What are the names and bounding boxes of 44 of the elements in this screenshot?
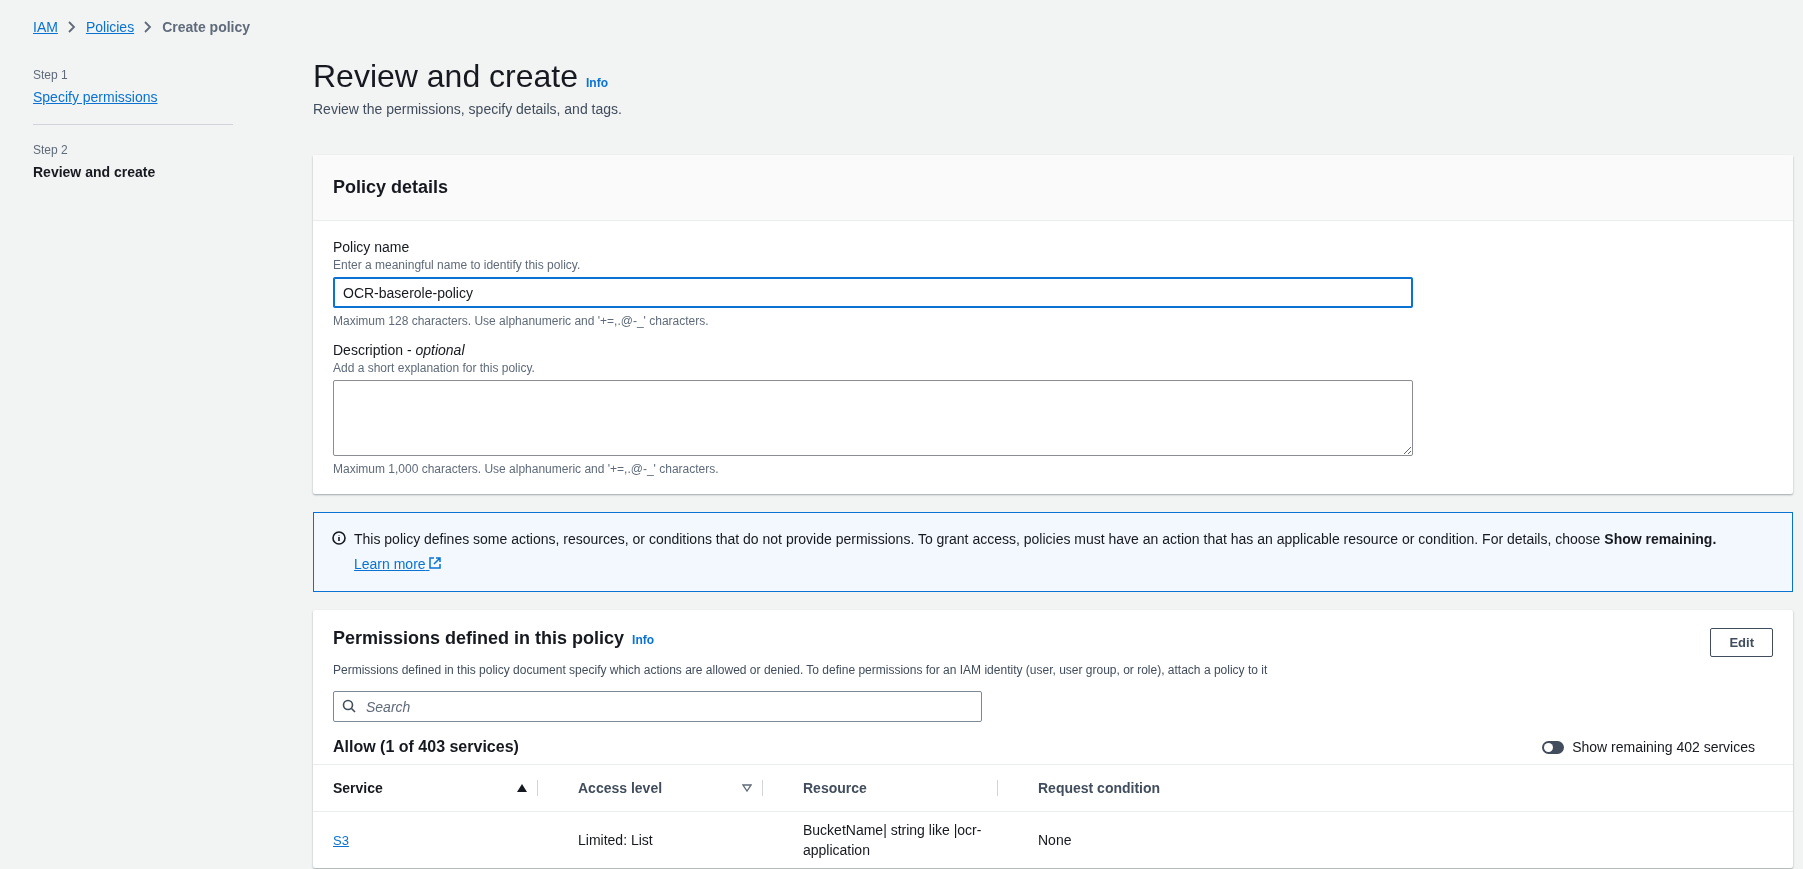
breadcrumb-link[interactable]: IAM [33, 19, 58, 35]
search-icon [342, 699, 356, 713]
step-link[interactable]: Specify permissions [33, 89, 158, 105]
toggle-label: Show remaining 402 services [1572, 739, 1755, 755]
info-link[interactable]: Info [632, 633, 655, 647]
edit-button[interactable]: Edit [1710, 628, 1773, 657]
table-cell: Limited: List [578, 832, 653, 848]
learn-more-link[interactable]: Learn more [354, 556, 442, 572]
policy-name-input[interactable]: OCR-baserole-policy [333, 277, 1413, 308]
column-header[interactable]: Service [333, 780, 383, 796]
page-title: Review and create [313, 58, 579, 95]
info-icon [332, 531, 346, 545]
chevron-right-icon [144, 21, 153, 33]
field-description: Enter a meaningful name to identify this policy. [333, 258, 582, 272]
card-title: Policy details [333, 177, 450, 198]
external-link-icon [429, 557, 442, 569]
table-cell: None [1038, 832, 1072, 848]
step-link[interactable]: Review and create [33, 164, 156, 180]
page-subtitle: Review the permissions, specify details, and tags. [313, 101, 623, 117]
sort-ascending-icon[interactable] [517, 784, 527, 792]
field-label: Policy name [333, 239, 411, 255]
column-header: Resource [803, 780, 867, 796]
step-number: Step 2 [33, 143, 69, 157]
field-constraint: Maximum 128 characters. Use alphanumeric and '+=,.@-_' characters. [333, 314, 710, 328]
alert-message: This policy defines some actions, resources, or conditions that do not provide permissions. To grant access, policies must have an action that has an applicable resource or condition. For details, choose Show remaining. Learn more [354, 530, 1718, 574]
field-label: Description - optional [333, 342, 466, 358]
field-description: Add a short explanation for this policy. [333, 361, 536, 375]
breadcrumb-link[interactable]: Policies [85, 19, 135, 35]
column-header[interactable]: Access level [578, 780, 663, 796]
column-header: Request condition [1038, 780, 1161, 796]
search-field[interactable]: Search [333, 691, 982, 722]
card-title: Permissions defined in this policy [333, 628, 625, 649]
section-title: Allow (1 of 403 services) [333, 738, 519, 756]
service-link[interactable]: S3 [333, 832, 349, 848]
step-number: Step 1 [33, 68, 69, 82]
chevron-right-icon [67, 21, 76, 33]
card-description: Permissions defined in this policy document specify which actions are allowed or denied. To define permissions for an IAM identity (user, user group, or role), attach a policy to it [333, 663, 1269, 677]
toggle-switch[interactable] [1542, 740, 1565, 754]
breadcrumb-current: Create policy [162, 19, 251, 35]
sort-icon[interactable] [742, 784, 752, 792]
info-link[interactable]: Info [586, 76, 609, 90]
field-constraint: Maximum 1,000 characters. Use alphanumeric and '+=,.@-_' characters. [333, 462, 720, 476]
description-textarea[interactable] [333, 380, 1413, 456]
table-cell-text: BucketName| string like |ocr-application [803, 821, 983, 860]
